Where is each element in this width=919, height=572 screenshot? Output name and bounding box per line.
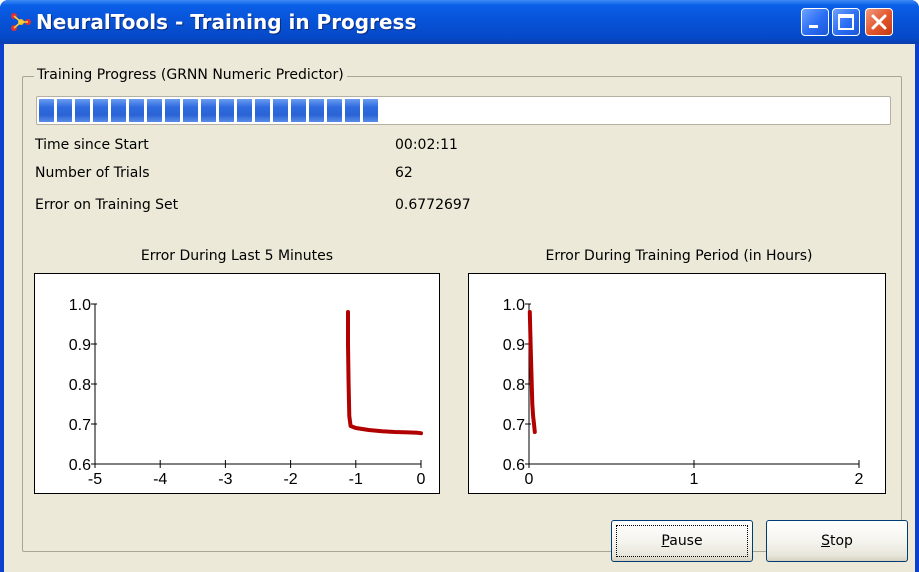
x-tick-label: -3 <box>218 471 232 488</box>
progress-segment <box>147 99 162 122</box>
error-series-line <box>346 310 423 436</box>
number-of-trials-label: Number of Trials <box>35 165 150 181</box>
number-of-trials-value: 62 <box>395 165 413 181</box>
pause-button-label: Pause <box>661 533 703 549</box>
progress-segment <box>111 99 126 122</box>
progress-segment <box>165 99 180 122</box>
pause-button[interactable]: Pause <box>611 520 753 562</box>
chart-last-5-minutes-plot: -5 -4 -3 -2 -1 00.60.70.80.91.0 <box>69 297 426 488</box>
dialog-client-area: Training Progress (GRNN Numeric Predicto… <box>4 44 915 572</box>
progress-segment <box>273 99 288 122</box>
group-label: Training Progress (GRNN Numeric Predicto… <box>34 66 347 84</box>
progress-segment <box>291 99 306 122</box>
neuraltools-app-icon <box>11 13 31 31</box>
y-tick-label: 0.8 <box>69 377 91 394</box>
window-title: NeuralTools - Training in Progress <box>36 10 417 34</box>
close-icon <box>871 14 887 30</box>
x-tick-label: 0 <box>417 471 426 488</box>
maximize-icon <box>838 14 854 30</box>
progress-segment <box>219 99 234 122</box>
chart-training-period: 0 1 2 0.6 0.7 0.8 0.9 1.0 <box>468 273 886 494</box>
progress-segment <box>255 99 270 122</box>
y-tick-label: 0.6 <box>503 457 525 474</box>
progress-segment <box>327 99 342 122</box>
title-bar[interactable]: NeuralTools - Training in Progress <box>0 0 919 44</box>
minimize-button[interactable] <box>801 8 829 36</box>
y-tick-label: 0.8 <box>503 377 525 394</box>
y-tick-label: 1.0 <box>503 297 525 314</box>
chart-training-period-title: Error During Training Period (in Hours) <box>545 248 813 264</box>
y-tick-label: 0.7 <box>69 417 91 434</box>
progress-segment <box>309 99 324 122</box>
error-series-line <box>527 310 537 434</box>
chart-last-5-minutes-title: Error During Last 5 Minutes <box>140 248 334 264</box>
progress-segment <box>237 99 252 122</box>
progress-segment <box>345 99 360 122</box>
stop-button-label: Stop <box>821 533 853 549</box>
chart-last-5-minutes: -5 -4 -3 -2 -1 0 0.6 0.7 0.8 0.9 1.0 <box>34 273 440 494</box>
training-progress-window: NeuralTools - Training in Progress Train… <box>0 0 919 572</box>
close-button[interactable] <box>865 8 893 36</box>
x-tick-label: 2 <box>855 471 864 488</box>
minimize-icon <box>809 25 818 28</box>
chart-training-period-plot: 0 1 2 0.6 0.7 0.8 0.9 1.0 <box>503 297 864 488</box>
x-tick-label: -4 <box>153 471 167 488</box>
progress-fill <box>39 99 888 122</box>
y-tick-label: 0.6 <box>69 457 91 474</box>
progress-segment <box>201 99 216 122</box>
training-error-label: Error on Training Set <box>35 197 179 213</box>
y-tick-label: 0.9 <box>69 337 91 354</box>
x-tick-label: -1 <box>349 471 363 488</box>
progress-segment <box>363 99 378 122</box>
maximize-button[interactable] <box>832 8 860 36</box>
progress-segment <box>93 99 108 122</box>
y-tick-label: 1.0 <box>69 297 91 314</box>
progress-segment <box>75 99 90 122</box>
progress-segment <box>39 99 54 122</box>
time-since-start-value: 00:02:11 <box>395 137 458 153</box>
y-tick-label: 0.9 <box>503 337 525 354</box>
training-progress-bar <box>36 96 891 125</box>
progress-segment <box>57 99 72 122</box>
x-tick-label: 0 <box>525 471 534 488</box>
progress-segment <box>183 99 198 122</box>
x-tick-label: 1 <box>690 471 699 488</box>
stop-button[interactable]: Stop <box>766 520 908 562</box>
x-tick-label: -2 <box>283 471 297 488</box>
y-tick-label: 0.7 <box>503 417 525 434</box>
time-since-start-label: Time since Start <box>35 137 149 153</box>
training-error-value: 0.6772697 <box>395 197 471 213</box>
progress-segment <box>129 99 144 122</box>
